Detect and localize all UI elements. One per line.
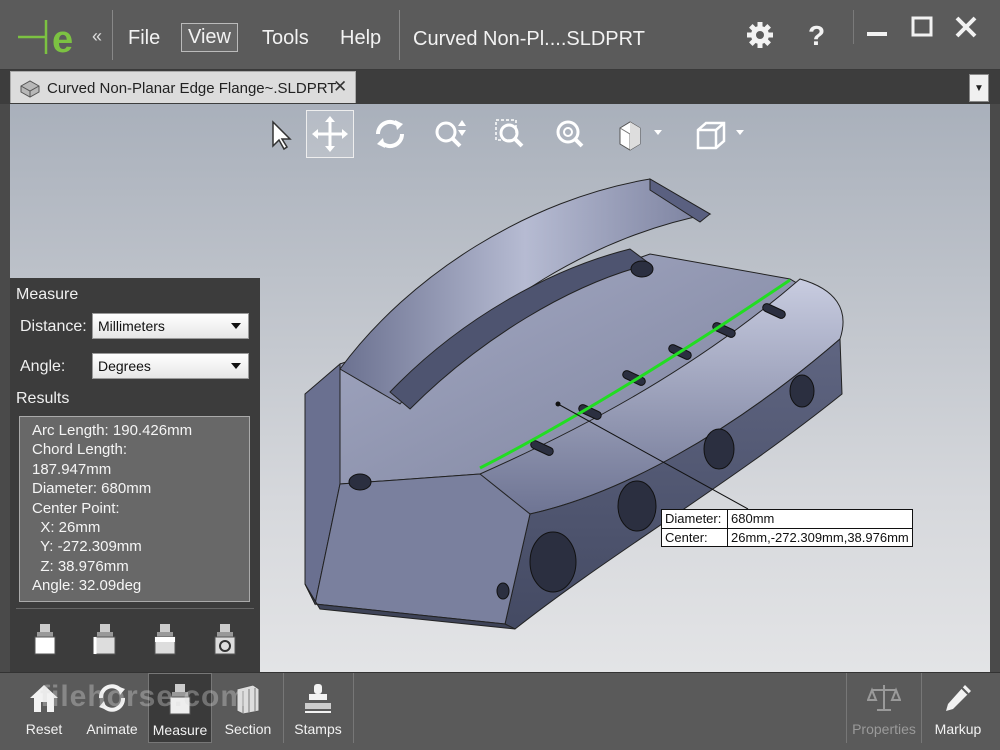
- svg-text:e: e: [52, 19, 73, 61]
- result-arc-length: Arc Length: 190.426mm: [32, 421, 249, 440]
- window-controls: [853, 10, 993, 44]
- result-center-y: Y: -272.309mm: [32, 537, 249, 556]
- reset-label: Reset: [10, 721, 78, 737]
- measurement-callout: Diameter: 680mm Center: 26mm,-272.309mm,…: [661, 509, 913, 547]
- viewport-toolbar: [255, 110, 755, 162]
- result-chord-length-value: 187.947mm: [32, 460, 249, 479]
- watermark: filehorse.com: [40, 680, 248, 714]
- callout-diameter-value: 680mm: [728, 510, 777, 528]
- measure-face-icon[interactable]: [148, 622, 182, 656]
- angle-select[interactable]: Degrees: [92, 353, 249, 379]
- menu-file[interactable]: File: [128, 27, 160, 50]
- results-box: Arc Length: 190.426mm Chord Length: 187.…: [19, 416, 250, 602]
- pencil-icon: [941, 681, 975, 715]
- measure-circle-icon[interactable]: [208, 622, 242, 656]
- result-center-x: X: 26mm: [32, 518, 249, 537]
- section-label: Section: [214, 721, 282, 737]
- menu-view[interactable]: View: [181, 23, 238, 52]
- callout-center-label: Center:: [662, 529, 728, 546]
- chevron-down-icon: [231, 323, 241, 329]
- callout-diameter-label: Diameter:: [662, 510, 728, 528]
- separator: [399, 10, 400, 60]
- part-icon: [19, 78, 41, 98]
- result-diameter: Diameter: 680mm: [32, 479, 249, 498]
- measure-label: Measure: [149, 722, 211, 738]
- measure-edge-icon[interactable]: [88, 622, 122, 656]
- menu-tools[interactable]: Tools: [262, 27, 309, 50]
- separator: [353, 673, 354, 743]
- measure-title: Measure: [16, 286, 78, 304]
- angle-select-value: Degrees: [98, 358, 151, 374]
- result-angle: Angle: 32.09deg: [32, 576, 249, 595]
- result-center-z: Z: 38.976mm: [32, 557, 249, 576]
- separator: [16, 608, 254, 609]
- title-bar: e « File View Tools Help Curved Non-Pl..…: [0, 0, 1000, 70]
- app-logo: e: [0, 0, 90, 70]
- markup-label: Markup: [924, 721, 992, 737]
- separator: [112, 10, 113, 60]
- gear-icon[interactable]: [745, 20, 775, 50]
- callout-center-value: 26mm,-272.309mm,38.976mm: [728, 529, 912, 546]
- help-icon[interactable]: ?: [808, 20, 838, 50]
- properties-label: Properties: [847, 721, 921, 737]
- distance-select-value: Millimeters: [98, 318, 165, 334]
- animate-label: Animate: [78, 721, 146, 737]
- close-icon[interactable]: ✕: [333, 77, 347, 97]
- zoom-fit-icon[interactable]: [546, 110, 594, 158]
- properties-button[interactable]: Properties: [846, 673, 922, 743]
- document-tab-bar: Curved Non-Planar Edge Flange~.SLDPRT ✕ …: [0, 70, 1000, 104]
- measure-panel: Measure Distance: Millimeters Angle: Deg…: [10, 278, 260, 672]
- zoom-area-icon[interactable]: [486, 110, 534, 158]
- document-tab[interactable]: Curved Non-Planar Edge Flange~.SLDPRT ✕: [10, 71, 356, 103]
- menu-help[interactable]: Help: [340, 27, 381, 50]
- chevron-down-icon[interactable]: ▼: [969, 74, 989, 102]
- result-center-point-label: Center Point:: [32, 499, 249, 518]
- results-title: Results: [16, 390, 69, 408]
- stamps-label: Stamps: [284, 721, 352, 737]
- angle-label: Angle:: [20, 358, 65, 376]
- zoom-icon[interactable]: [426, 110, 474, 158]
- display-style-icon[interactable]: [606, 110, 676, 158]
- document-title: Curved Non-Pl....SLDPRT: [413, 28, 645, 51]
- rotate-icon[interactable]: [366, 110, 414, 158]
- scale-icon: [867, 681, 901, 715]
- result-chord-length-label: Chord Length:: [32, 440, 249, 459]
- view-orientation-icon[interactable]: [686, 110, 756, 158]
- stamps-button[interactable]: Stamps: [284, 673, 352, 743]
- markup-button[interactable]: Markup: [924, 673, 992, 743]
- select-icon[interactable]: [255, 110, 303, 158]
- chevron-down-icon: [231, 363, 241, 369]
- tab-label: Curved Non-Planar Edge Flange~.SLDPRT: [47, 80, 336, 97]
- distance-select[interactable]: Millimeters: [92, 313, 249, 339]
- collapse-icon[interactable]: «: [92, 26, 102, 47]
- measure-point-icon[interactable]: [28, 622, 62, 656]
- pan-icon[interactable]: [306, 110, 354, 158]
- stamp-icon: [301, 681, 335, 715]
- distance-label: Distance:: [20, 318, 87, 336]
